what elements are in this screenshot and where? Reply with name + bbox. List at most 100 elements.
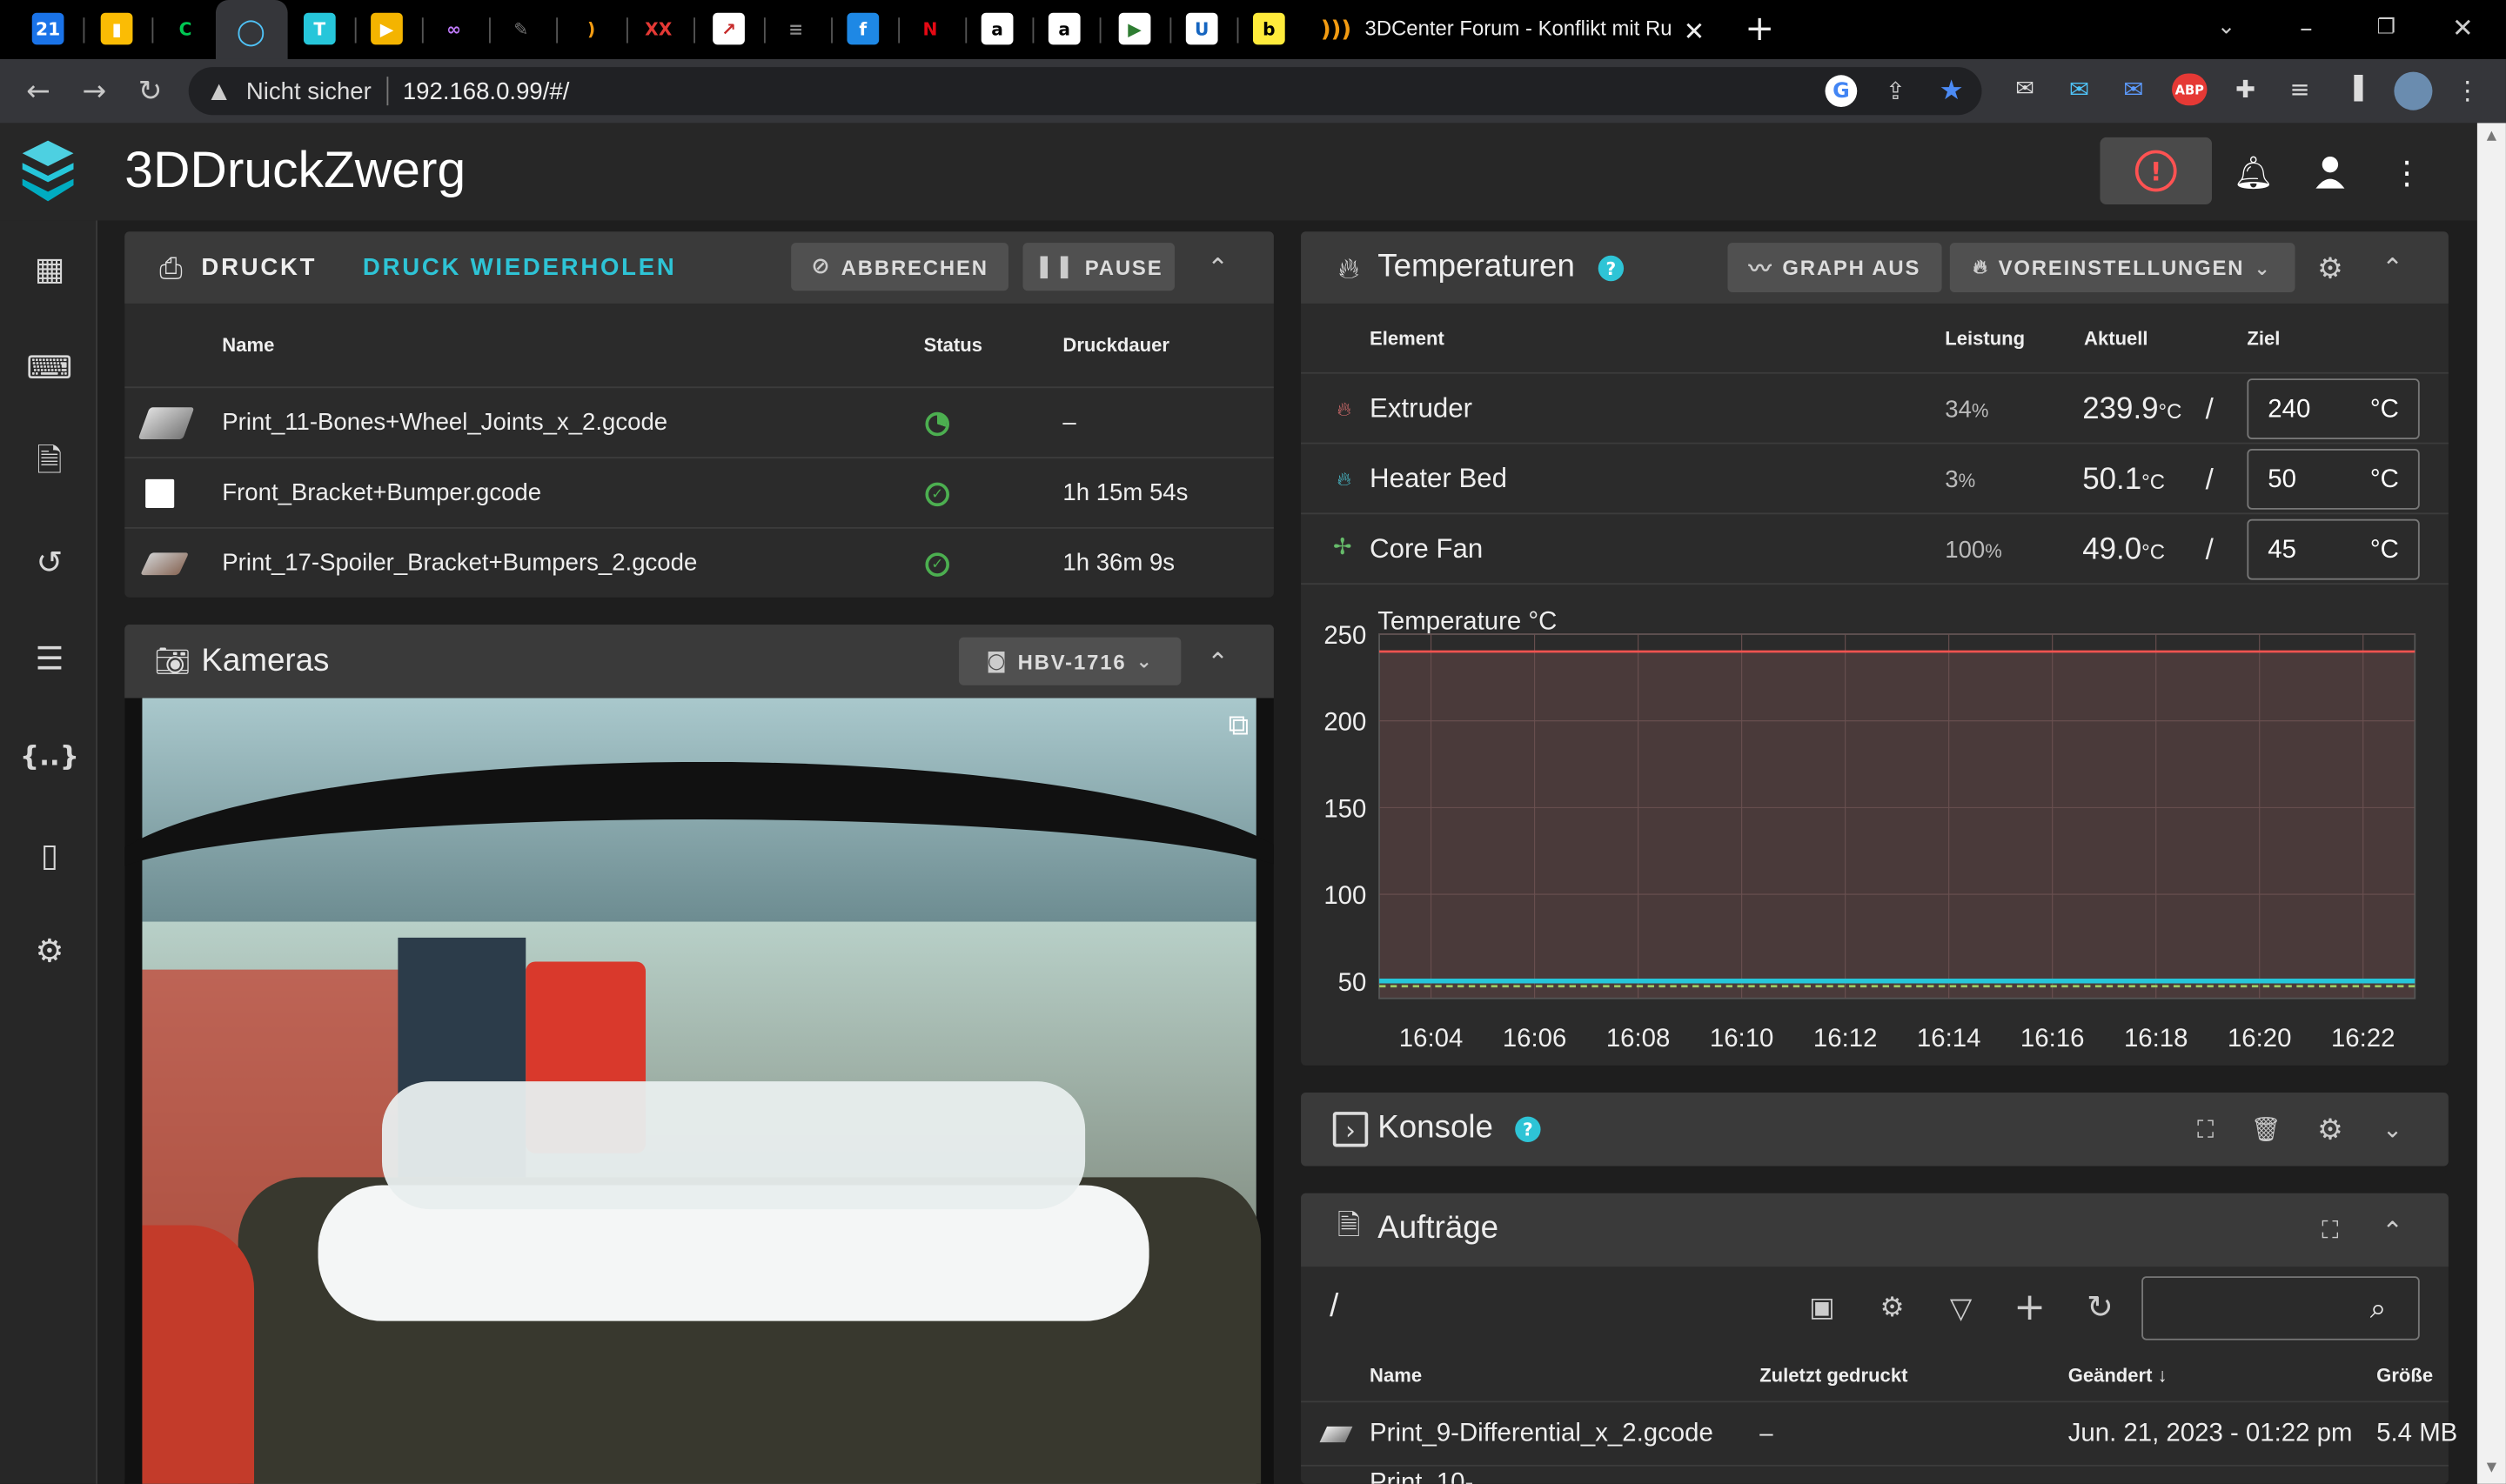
collapse-icon[interactable]: ⌃ [2376,251,2409,283]
settings-gear-icon[interactable]: ⚙ [2313,1112,2348,1146]
table-row[interactable]: Print_9-Differential_x_2.gcode – Jun. 21… [1301,1400,2457,1464]
stripe-icon[interactable]: ≡ [780,12,813,45]
fullscreen-icon[interactable]: ⛶ [2315,1214,2347,1247]
google-icon[interactable]: G [1825,75,1858,108]
camera-stream[interactable]: ⧉ [124,698,1274,1484]
amazon-2-icon[interactable]: a [1048,12,1081,45]
mail-badge-icon[interactable]: ✉ [2007,73,2042,105]
app-menu-icon[interactable]: ⋮ [2388,153,2426,191]
delete-icon[interactable]: 🗑︎ [2250,1113,2282,1146]
camera-select[interactable]: ◙ HBV-1716 ⌄ [959,637,1182,685]
table-row[interactable]: Print_10- [1301,1464,2449,1484]
dashboard-icon[interactable]: ▦ [23,241,77,295]
scroll-down-icon[interactable]: ▼ [2483,1459,2499,1474]
green-c-icon[interactable]: C [169,12,202,45]
filter-icon[interactable]: ▽ [1940,1289,1982,1327]
chart-tab-icon[interactable]: ↗ [713,12,745,45]
code-braces-icon[interactable]: {..} [20,730,79,784]
col-modified[interactable]: Geändert ↓ [2068,1364,2168,1387]
graph-toggle-button[interactable]: 〰 GRAPH AUS [1727,243,1942,293]
history-icon[interactable]: ↺ [23,535,77,589]
presets-button[interactable]: 🔥︎ VOREINSTELLUNGEN ⌄ [1949,243,2295,293]
table-row[interactable]: Print_11-Bones+Wheel_Joints_x_2.gcode – [124,386,1274,457]
pause-icon: ❚❚ [1034,253,1075,280]
xx-icon[interactable]: XX [642,12,675,45]
help-icon[interactable]: ? [1515,1116,1541,1142]
logo-icon[interactable] [19,137,77,204]
calendar-icon[interactable]: 21 [31,12,64,45]
forum-tab[interactable]: ))) 3DCenter Forum - Konflikt mit Ru ✕ [1310,0,1723,59]
address-bar[interactable]: ▲ Nicht sicher 192.168.0.99/#/ G ⇪ ★ [188,67,1982,116]
url-text[interactable]: 192.168.0.99/#/ [403,78,570,105]
settings-icon[interactable]: ⚙ [23,923,77,977]
tune-icon[interactable]: ☰ [23,631,77,685]
scribble-icon[interactable]: ✎ [505,12,538,45]
collapse-icon[interactable]: ⌃ [2376,1214,2409,1247]
mail-icon[interactable]: ✉ [2061,73,2096,105]
settings-gear-icon[interactable]: ⚙ [2313,251,2348,285]
bed-target-input[interactable]: 50 °C [2247,449,2420,510]
t-icon[interactable]: T [303,12,336,45]
media-icon[interactable]: ≡ [2282,73,2317,105]
expand-icon[interactable]: ⌄ [2376,1113,2409,1146]
y-tick-label: 50 [1338,968,1367,997]
keep-icon[interactable]: ▮ [100,12,133,45]
refresh-icon[interactable]: ↻ [2080,1286,2121,1327]
cancel-button[interactable]: ⊘ ABBRECHEN [791,243,1008,291]
adblock-icon[interactable]: ABP [2172,73,2208,106]
thumbnails-toggle-icon[interactable]: ▣ [1801,1289,1843,1327]
side-panel-icon[interactable]: ▐ [2336,73,2371,105]
emergency-stop-button[interactable]: ! [2100,137,2212,205]
cogs-icon[interactable]: ⚙ [1872,1289,1913,1327]
reprint-button[interactable]: DRUCK WIEDERHOLEN [363,254,677,281]
slides-icon[interactable]: ▶ [371,12,403,45]
add-icon[interactable]: + [2009,1284,2051,1328]
table-row[interactable]: Front_Bracket+Bumper.gcode ✓ 1h 15m 54s [124,457,1274,527]
collapse-icon[interactable]: ⌃ [1202,251,1234,283]
play-icon[interactable]: ▶ [1118,12,1151,45]
extensions-icon[interactable]: ✚ [2228,73,2262,105]
netflix-icon[interactable]: N [914,12,947,45]
bookmark-star-icon[interactable]: ★ [1935,75,1967,107]
active-tab[interactable]: ◯ [215,0,288,59]
f-icon[interactable]: f [847,12,880,45]
device-icon[interactable]: ▯ [23,827,77,881]
account-icon[interactable] [2311,153,2349,191]
console-icon[interactable]: ⌨ [23,340,77,394]
page-scrollbar[interactable]: ▲ ▼ [2476,123,2506,1484]
back-icon[interactable]: ← [19,72,57,110]
open-external-icon[interactable]: ⧉ [1221,707,1256,742]
close-tab-icon[interactable]: ✕ [1678,15,1711,47]
minimize-icon[interactable]: – [2288,10,2323,44]
tab-search-icon[interactable]: ⌄ [2208,10,2243,44]
browser-menu-icon[interactable]: ⋮ [2451,73,2483,105]
reload-icon[interactable]: ↻ [131,72,170,110]
profile-avatar[interactable] [2394,71,2433,110]
fan-target-input[interactable]: 45 °C [2247,518,2420,580]
jobs-panel: 🗎 Aufträge ⛶ ⌃ / ▣ ⚙ ▽ + ↻ ⌕ Name Zuletz… [1301,1193,2457,1484]
x-tick-label: 16:10 [1710,1024,1774,1053]
files-icon[interactable]: 🗎 [23,438,77,491]
extruder-target-input[interactable]: 240 °C [2247,378,2420,439]
u-icon[interactable]: U [1185,12,1218,45]
new-tab-icon[interactable]: + [1742,9,1777,49]
help-icon[interactable]: ? [1598,255,1625,282]
search-input[interactable]: ⌕ [2141,1276,2420,1340]
scroll-up-icon[interactable]: ▲ [2483,126,2499,142]
table-row[interactable]: Print_17-Spoiler_Bracket+Bumpers_2.gcode… [124,526,1274,598]
doc-icon[interactable]: b [1252,12,1285,45]
collapse-icon[interactable]: ⌃ [1202,645,1234,678]
forward-icon[interactable]: → [75,72,113,110]
share-icon[interactable]: ⇪ [1880,75,1912,107]
pause-button[interactable]: ❚❚ PAUSE [1022,243,1175,291]
window-close-icon[interactable]: ✕ [2445,10,2480,44]
link-icon[interactable]: ∞ [438,12,470,45]
rss-icon[interactable]: ) [575,12,607,45]
mail-2-icon[interactable]: ✉ [2116,73,2151,105]
camera-panel-title: Kameras [201,644,330,679]
fullscreen-icon[interactable]: ⛶ [2189,1113,2221,1146]
percent-sign: % [1971,399,1989,422]
restore-icon[interactable]: ❐ [2369,10,2403,44]
amazon-icon[interactable]: a [981,12,1014,45]
bell-icon[interactable]: 🔔︎ [2233,153,2274,191]
